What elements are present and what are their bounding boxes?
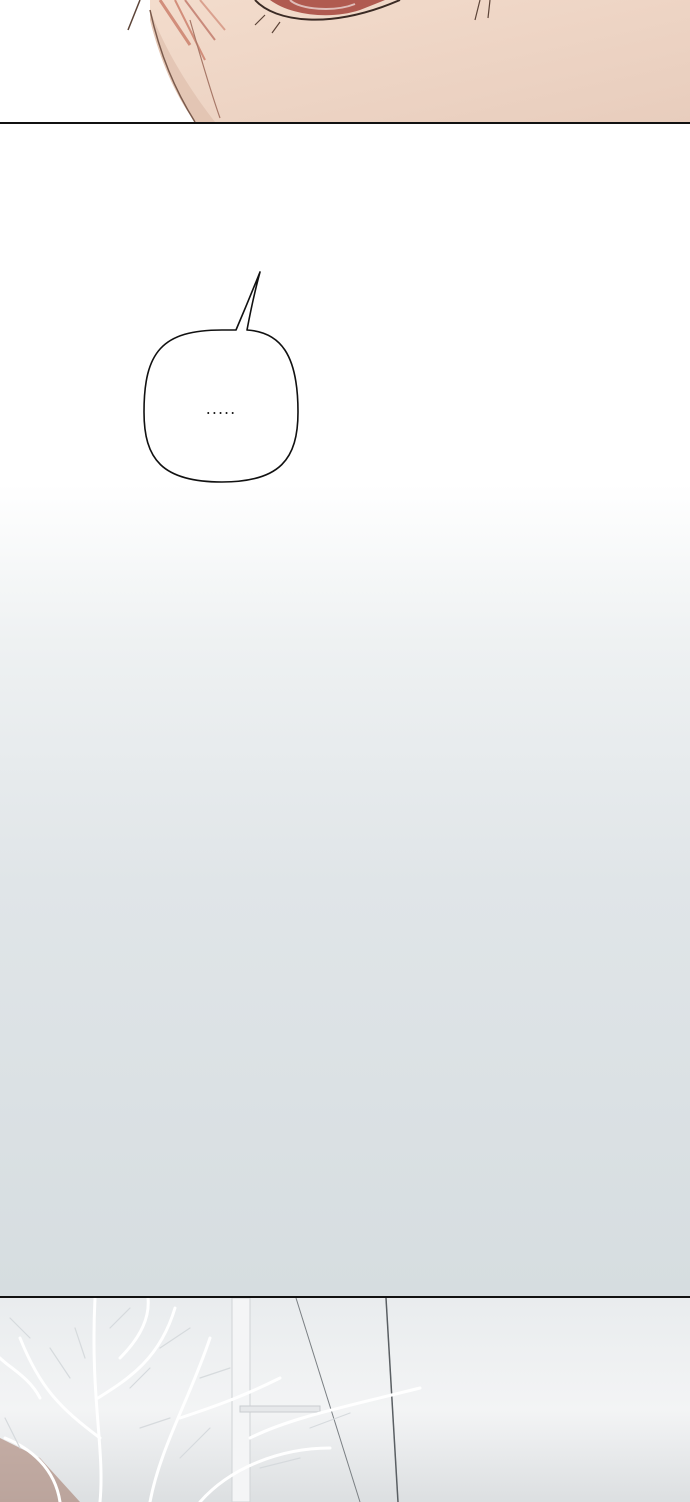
panel-face-closeup (0, 0, 690, 124)
panel-bare-tree (0, 1296, 690, 1502)
face-closeup-illustration (127, 0, 690, 122)
rooftop (0, 1438, 80, 1502)
bare-tree-illustration (0, 1298, 422, 1502)
tree-branches (0, 1298, 422, 1502)
hair-strand (127, 0, 141, 31)
speech-bubble-shape (143, 271, 299, 483)
face-skin (150, 0, 690, 122)
comic-page: ..... (0, 0, 690, 1502)
panel-speech (0, 124, 690, 1296)
speech-bubble-text: ..... (205, 399, 237, 418)
